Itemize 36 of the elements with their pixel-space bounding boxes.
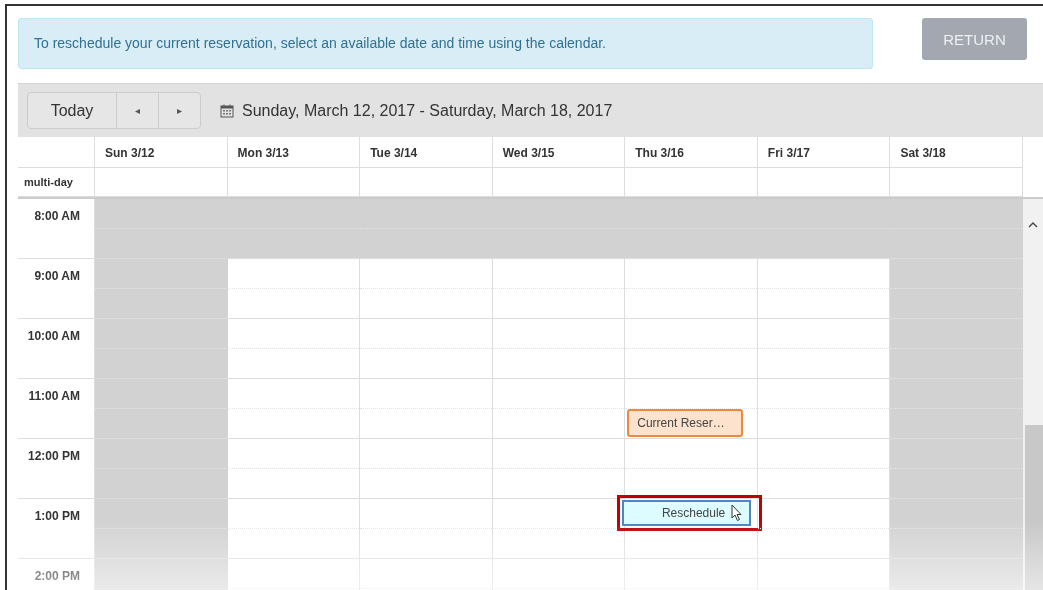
- time-label: 1:00 PM: [34, 509, 80, 523]
- day-header: Tue 3/14: [360, 137, 493, 168]
- calendar-icon: [220, 103, 234, 118]
- multi-day-cell[interactable]: [625, 168, 758, 197]
- time-label: 2:00 PM: [34, 569, 80, 583]
- day-header: Sat 3/18: [890, 137, 1023, 168]
- multi-day-cell[interactable]: [492, 168, 626, 197]
- cursor-icon: [731, 504, 744, 522]
- info-banner: To reschedule your current reservation, select an available date and time using the calendar.: [18, 18, 873, 69]
- row-label: multi-day: [18, 168, 95, 197]
- time-slot[interactable]: [492, 499, 626, 559]
- date-range: Sunday, March 12, 2017 - Saturday, March 18, 2017: [242, 101, 613, 120]
- next-button[interactable]: ▸: [158, 92, 201, 129]
- day-header: Fri 3/17: [757, 137, 891, 168]
- day-header: Wed 3/15: [492, 137, 626, 168]
- day-header: Thu 3/16: [625, 137, 758, 168]
- reschedule-event[interactable]: Reschedule: [622, 500, 752, 526]
- today-button[interactable]: Today: [27, 92, 117, 129]
- reservation-event[interactable]: Current Reser…: [627, 409, 744, 437]
- day-header: Mon 3/13: [227, 137, 361, 168]
- multi-day-cell[interactable]: [227, 168, 361, 197]
- multi-day-cell[interactable]: [360, 168, 493, 197]
- multi-day-cell[interactable]: [757, 168, 891, 197]
- time-label: 12:00 PM: [27, 449, 80, 463]
- scroll-up-icon[interactable]: [1028, 222, 1038, 228]
- time-label: 11:00 AM: [28, 389, 80, 403]
- time-label: 10:00 AM: [27, 329, 80, 343]
- multi-day-cell[interactable]: [890, 168, 1023, 197]
- time-slot[interactable]: [625, 439, 758, 499]
- day-header: Sun 3/12: [95, 137, 228, 168]
- time-label: 8:00 AM: [34, 209, 80, 223]
- multi-day-cell[interactable]: [95, 168, 228, 197]
- previous-button[interactable]: ◂: [116, 92, 159, 129]
- time-slot[interactable]: Current Reser…: [625, 379, 758, 439]
- scrollbar[interactable]: [1023, 199, 1043, 590]
- time-label: 9:00 AM: [34, 269, 80, 283]
